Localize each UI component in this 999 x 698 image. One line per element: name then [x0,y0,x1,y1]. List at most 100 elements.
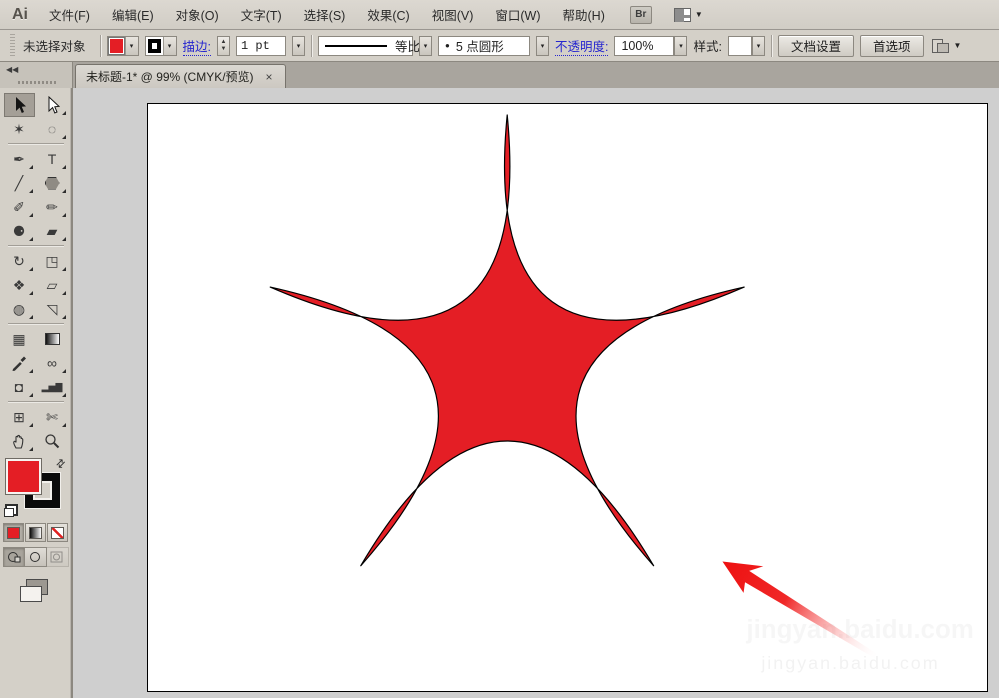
pencil-tool[interactable]: ✏ [37,195,68,219]
draw-normal-button[interactable] [2,547,25,567]
menu-item-8[interactable]: 帮助(H) [552,0,616,29]
menu-item-0[interactable]: 文件(F) [38,0,101,29]
zoom-tool[interactable] [37,429,68,453]
bridge-button[interactable]: Br [629,5,652,24]
fill-color-swatch[interactable] [107,36,125,55]
menu-item-2[interactable]: 对象(O) [165,0,230,29]
none-button[interactable] [47,523,68,542]
close-tab-icon[interactable]: × [264,70,275,84]
stroke-width-input[interactable]: 1 pt [236,35,286,56]
pen-tool[interactable]: ✒ [4,147,35,171]
fill-color-widget[interactable]: ▾ [106,35,139,56]
document-setup-button[interactable]: 文档设置 [777,34,854,57]
divider [770,34,772,57]
change-screen-mode-button[interactable] [20,579,50,603]
pasteboard: jingyan.baidu.com jingyan.baidu.com [73,88,999,698]
divider [311,34,312,57]
opacity-dropdown-icon[interactable]: ▾ [674,35,688,56]
fill-dropdown-icon[interactable]: ▾ [124,36,138,55]
workspace-grid-icon [673,7,691,22]
gradient-button[interactable] [25,523,46,542]
column-graph-tool[interactable]: ▂▅▇ [37,375,68,399]
line-segment-tool[interactable]: ╱ [4,171,35,195]
opacity-combo[interactable]: 100% [614,35,675,56]
brush-combo[interactable]: ● 5 点圆形 [438,35,530,56]
menu-item-4[interactable]: 选择(S) [293,0,357,29]
stroke-width-stepper[interactable]: ▲ ▼ [217,35,230,56]
style-dropdown-icon[interactable]: ▾ [751,35,765,56]
menu-item-6[interactable]: 视图(V) [421,0,485,29]
perspective-grid-tool[interactable]: ◹ [37,297,68,321]
align-dropdown-icon[interactable]: ▼ [954,41,962,50]
eyedropper-tool[interactable] [4,351,35,375]
draw-inside-button[interactable] [46,547,69,567]
direct-selection-tool[interactable] [37,93,68,117]
brush-dot-icon: ● [445,41,450,50]
shape-builder-tool[interactable]: ◍ [4,297,35,321]
width-tool[interactable]: ❖ [4,273,35,297]
menu-item-5[interactable]: 效果(C) [356,0,420,29]
document-tab[interactable]: 未标题-1* @ 99% (CMYK/预览) × [75,64,286,88]
fill-proxy-swatch[interactable] [6,459,41,494]
stroke-color-swatch[interactable] [145,36,163,55]
gradient-tool[interactable] [37,327,68,351]
brush-dropdown-icon[interactable]: ▾ [536,35,549,56]
color-type-buttons [0,523,71,542]
width-profile-combo[interactable]: 等比 [318,35,420,56]
default-fill-stroke-icon[interactable] [4,504,18,517]
menu-bar: Ai 文件(F) 编辑(E) 对象(O) 文字(T) 选择(S) 效果(C) 视图(V) 窗口… [0,0,999,30]
symbol-sprayer-tool-icon: ◘ [14,379,24,395]
free-transform-tool[interactable]: ▱ [37,273,68,297]
align-icon[interactable] [930,38,949,53]
profile-value: 等比 [395,40,421,54]
mesh-tool[interactable]: ▦ [4,327,35,351]
control-bar: 未选择对象 ▾ ▾ 描边: ▲ ▼ 1 pt ▾ 等比 ▾ ● 5 点圆形 ▾ … [0,30,999,62]
perspective-grid-tool-icon: ◹ [46,300,58,317]
blend-tool[interactable]: ∞ [37,351,68,375]
opacity-panel-link[interactable]: 不透明度: [555,36,609,56]
divider [99,34,101,57]
profile-dropdown-icon[interactable]: ▾ [419,35,432,56]
collapse-panel-icon[interactable]: ◀◀ [6,65,18,74]
draw-behind-button[interactable] [24,547,47,567]
shape-tool[interactable] [37,171,68,195]
watermark-text: jingyan.baidu.com [760,653,939,673]
preferences-button[interactable]: 首选项 [859,34,924,57]
lasso-tool[interactable]: ◌ [37,117,68,141]
blob-brush-tool[interactable]: ⚈ [4,219,35,243]
menu-item-1[interactable]: 编辑(E) [101,0,165,29]
eraser-tool[interactable]: ▰ [37,219,68,243]
rotate-tool[interactable]: ↻ [4,249,35,273]
type-tool[interactable]: T [37,147,68,171]
menu-item-7[interactable]: 窗口(W) [484,0,551,29]
step-down-icon[interactable]: ▼ [221,46,227,53]
chevron-down-icon: ▼ [694,10,703,19]
stroke-width-dropdown-icon[interactable]: ▾ [292,35,305,56]
magic-wand-tool[interactable]: ✶ [4,117,35,141]
color-button[interactable] [3,523,24,542]
fill-stroke-indicator: ⇄ [0,456,71,519]
paintbrush-tool-icon: ✐ [13,198,25,215]
panel-grip[interactable] [10,33,15,58]
paintbrush-tool[interactable]: ✐ [4,195,35,219]
tools-panel-header[interactable]: ◀◀ [0,62,73,88]
hand-tool[interactable] [4,429,35,453]
star-shape[interactable] [269,114,745,567]
workspace-switcher[interactable]: ▼ [670,6,707,24]
style-combo[interactable] [727,35,752,56]
slice-tool[interactable]: ✄ [37,405,68,429]
profile-line-icon [325,44,387,47]
step-up-icon[interactable]: ▲ [221,39,227,46]
artboard[interactable]: jingyan.baidu.com jingyan.baidu.com [147,103,988,692]
stroke-color-widget[interactable]: ▾ [144,35,177,56]
pen-tool-icon: ✒ [13,150,25,167]
stroke-panel-link[interactable]: 描边: [182,36,211,56]
drawing-mode-buttons [0,547,71,567]
scale-tool[interactable]: ◳ [37,249,68,273]
menu-item-3[interactable]: 文字(T) [230,0,293,29]
artboard-tool[interactable]: ⊞ [4,405,35,429]
stroke-dropdown-icon[interactable]: ▾ [162,36,176,55]
selection-tool[interactable] [3,93,35,117]
symbol-sprayer-tool[interactable]: ◘ [4,375,35,399]
swap-fill-stroke-icon[interactable]: ⇄ [53,456,68,471]
